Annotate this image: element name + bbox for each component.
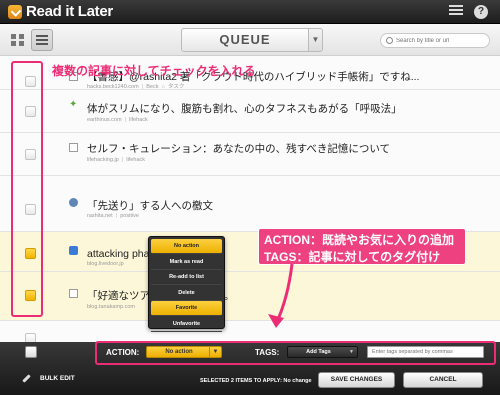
article-title[interactable]: 「先送り」する人への檄文 [87, 198, 213, 213]
top-bar: Read it Later ? [0, 0, 500, 24]
select-all-checkbox[interactable] [25, 346, 37, 358]
article-source[interactable]: earthinus.com [87, 117, 122, 123]
chevron-down-icon: ▼ [209, 347, 221, 357]
list-item[interactable] [0, 321, 500, 342]
article-tag[interactable]: lifehack [126, 157, 145, 163]
action-label: ACTION: [106, 348, 140, 357]
search-icon [386, 37, 393, 44]
article-source[interactable]: blog.tanakamp.com [87, 304, 135, 310]
menu-item-re-add-to-list[interactable]: Re-add to list [151, 270, 222, 285]
action-annotation-text: ACTION：既読やお気に入りの追加 [264, 233, 454, 247]
article-source[interactable]: rashita.net [87, 213, 113, 219]
chevron-down-icon[interactable]: ▼ [309, 28, 323, 52]
article-title[interactable]: 体がスリムになり、腹筋も割れ、心のタフネスもあがる「呼吸法」 [87, 101, 402, 116]
list-item[interactable]: セルフ・キュレーション：あなたの中の、残すべき記憶について lifehackin… [0, 133, 500, 176]
checkbox-annotation-text: 複数の記事に対してチェックを入れる [52, 64, 256, 78]
article-meta: hacks.beck1240.com | Beck ⌂ タスク [87, 84, 185, 90]
article-tag[interactable]: lifehack [129, 117, 148, 123]
search-box[interactable] [380, 33, 490, 48]
selection-status: SELECTED 2 ITEMS TO APPLY: No change [200, 378, 312, 384]
doc-icon [69, 289, 78, 298]
list-item[interactable]: 「先送り」する人への檄文 rashita.net | positive [0, 176, 500, 232]
chevron-down-icon: ▼ [349, 349, 354, 355]
menu-item-unfavorite[interactable]: Unfavorite [151, 317, 222, 332]
doc-icon [69, 143, 78, 152]
globe-icon [69, 198, 78, 207]
list-view-icon[interactable] [31, 29, 53, 51]
checkbox-annotation-box [11, 61, 43, 317]
add-tags-label: Add Tags [306, 349, 331, 355]
bulk-edit-footer: ACTION: No action ▼ TAGS: Add Tags ▼ BUL… [0, 341, 500, 395]
blue-square-icon [69, 246, 78, 255]
action-dropdown-menu: No action Mark as read Re-add to list De… [148, 236, 225, 332]
leaf-icon: ✦ [69, 99, 78, 110]
menu-item-no-action[interactable]: No action [151, 239, 222, 254]
list-item[interactable]: ✦ 体がスリムになり、腹筋も割れ、心のタフネスもあがる「呼吸法」 earthin… [0, 90, 500, 133]
article-list: 【書感】@rashita2 著「クラウド時代のハイブリッド手帳術」ですね... … [0, 56, 500, 342]
article-meta: earthinus.com | lifehack [87, 117, 148, 123]
article-source[interactable]: blog.livedoor.jp [87, 261, 124, 267]
help-bubble-icon[interactable]: ? [474, 5, 488, 19]
list-menu-icon[interactable] [449, 5, 463, 19]
bulk-edit-label: BULK EDIT [40, 375, 75, 382]
action-dropdown[interactable]: No action ▼ [146, 346, 222, 358]
logo[interactable]: Read it Later [8, 3, 113, 20]
article-title[interactable]: セルフ・キュレーション：あなたの中の、残すべき記憶について [87, 141, 390, 156]
read-it-later-logo-icon [8, 4, 22, 19]
menu-item-delete[interactable]: Delete [151, 286, 222, 301]
bulk-edit-toggle[interactable]: BULK EDIT [22, 374, 75, 383]
article-meta: blog.livedoor.jp [87, 261, 124, 267]
save-changes-button[interactable]: SAVE CHANGES [318, 372, 395, 388]
menu-item-mark-as-read[interactable]: Mark as read [151, 255, 222, 270]
action-dropdown-value: No action [165, 349, 193, 355]
app-window: Read it Later ? QUEUE ▼ 【書感】@rashita2 著「… [0, 0, 500, 395]
article-meta: blog.tanakamp.com [87, 304, 135, 310]
article-meta: rashita.net | positive [87, 213, 139, 219]
article-meta: lifehacking.jp | lifehack [87, 157, 146, 163]
add-tags-dropdown[interactable]: Add Tags ▼ [287, 346, 358, 358]
pencil-icon [22, 374, 31, 383]
annotation-arrow-icon [268, 263, 294, 328]
article-source[interactable]: lifehacking.jp [87, 157, 119, 163]
cancel-button[interactable]: CANCEL [403, 372, 483, 388]
list-item[interactable]: 「好適なツアー... 的ヒトコト。 blog.tanakamp.com [0, 272, 500, 321]
sub-toolbar: QUEUE ▼ [0, 24, 500, 56]
article-tag[interactable]: positive [120, 213, 139, 219]
search-input[interactable] [396, 37, 486, 44]
logo-text: Read it Later [26, 3, 113, 20]
menu-item-favorite[interactable]: Favorite [151, 301, 222, 316]
queue-selector[interactable]: QUEUE [181, 28, 309, 52]
article-checkbox[interactable] [25, 333, 36, 342]
tags-input[interactable] [367, 346, 484, 358]
tags-label: TAGS: [255, 348, 280, 357]
grid-view-icon[interactable] [9, 32, 25, 48]
